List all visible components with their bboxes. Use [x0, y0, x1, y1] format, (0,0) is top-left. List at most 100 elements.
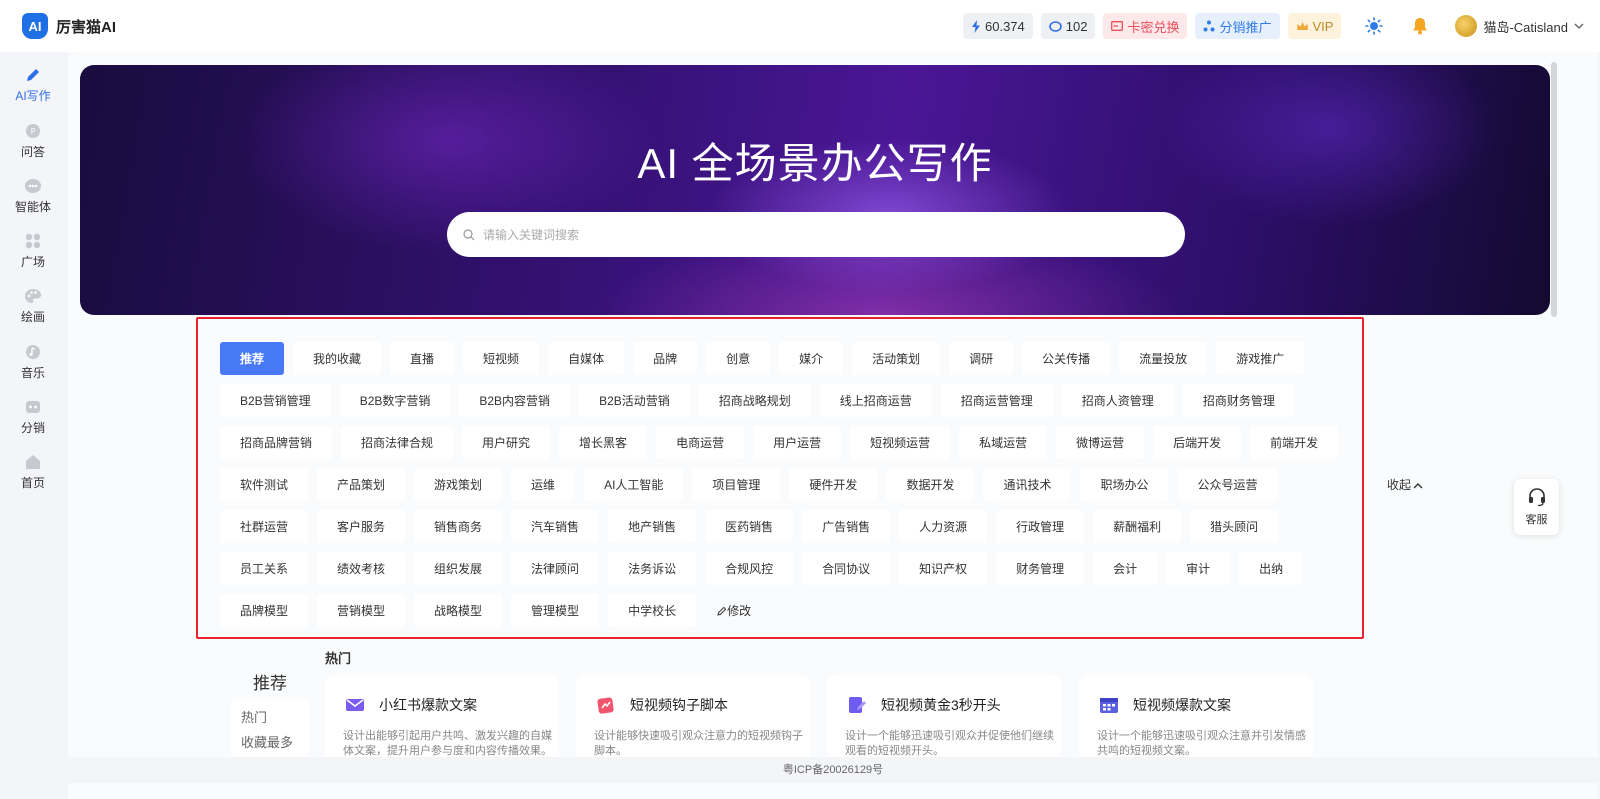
- category-tag[interactable]: 前端开发: [1250, 426, 1339, 459]
- recommend-item-hot[interactable]: 热门: [241, 707, 309, 732]
- category-tag[interactable]: 项目管理: [692, 468, 781, 501]
- template-card[interactable]: 小红书爆款文案 设计出能够引起用户共鸣、激发兴趣的自媒体文案，提升用户参与度和内…: [325, 675, 559, 765]
- category-tag[interactable]: 我的收藏: [293, 342, 382, 375]
- category-tag[interactable]: 绩效考核: [317, 552, 406, 585]
- category-tag[interactable]: 管理模型: [511, 594, 600, 627]
- category-tag[interactable]: 合规风控: [705, 552, 794, 585]
- category-tag[interactable]: 汽车销售: [511, 510, 600, 543]
- category-tag[interactable]: 软件测试: [220, 468, 309, 501]
- category-tag[interactable]: 人力资源: [899, 510, 988, 543]
- category-tag[interactable]: B2B活动营销: [579, 384, 690, 417]
- category-tag[interactable]: 硬件开发: [789, 468, 878, 501]
- category-tag[interactable]: 产品策划: [317, 468, 406, 501]
- customer-service-button[interactable]: 客服: [1514, 479, 1559, 535]
- category-tag[interactable]: 直播: [390, 342, 455, 375]
- search-input[interactable]: [483, 227, 1123, 242]
- sidebar-item-agent[interactable]: 智能体: [0, 177, 66, 215]
- category-tag[interactable]: 电商运营: [656, 426, 745, 459]
- sidebar-item-qa[interactable]: P 问答: [0, 122, 66, 160]
- category-tag[interactable]: 招商品牌营销: [220, 426, 333, 459]
- template-card[interactable]: 短视频黄金3秒开头 设计一个能够迅速吸引观众并促使他们继续观看的短视频开头。: [827, 675, 1061, 765]
- collapse-button[interactable]: 收起: [1387, 476, 1423, 493]
- category-tag[interactable]: 薪酬福利: [1093, 510, 1182, 543]
- search-bar[interactable]: [447, 212, 1185, 257]
- notification-button[interactable]: [1407, 13, 1433, 39]
- category-tag[interactable]: 合同协议: [802, 552, 891, 585]
- category-tag[interactable]: 审计: [1166, 552, 1231, 585]
- sidebar-item-distribution[interactable]: 分销: [0, 398, 66, 436]
- category-tag[interactable]: 知识产权: [899, 552, 988, 585]
- tokens-badge[interactable]: 102: [1040, 13, 1096, 39]
- theme-toggle-button[interactable]: [1361, 13, 1387, 39]
- redeem-button[interactable]: 卡密兑换: [1103, 13, 1188, 39]
- category-tag[interactable]: 招商法律合规: [341, 426, 454, 459]
- category-tag[interactable]: 游戏推广: [1216, 342, 1305, 375]
- sidebar-item-plaza[interactable]: 广场: [0, 232, 66, 270]
- category-tag[interactable]: 调研: [949, 342, 1014, 375]
- category-tag[interactable]: 中学校长: [608, 594, 697, 627]
- user-menu[interactable]: 猫岛-Catisland: [1455, 15, 1584, 37]
- category-tag[interactable]: 品牌: [633, 342, 698, 375]
- category-tag[interactable]: 客户服务: [317, 510, 406, 543]
- template-card[interactable]: 短视频钩子脚本 设计能够快速吸引观众注意力的短视频钩子脚本。: [576, 675, 810, 765]
- category-tag[interactable]: 招商战略规划: [698, 384, 811, 417]
- sidebar-item-ai-writing[interactable]: AI写作: [0, 66, 66, 104]
- category-tag[interactable]: 财务管理: [996, 552, 1085, 585]
- category-tag[interactable]: 招商运营管理: [940, 384, 1053, 417]
- category-tag[interactable]: 通讯技术: [983, 468, 1072, 501]
- category-tag[interactable]: 社群运营: [220, 510, 309, 543]
- category-tag[interactable]: 媒介: [779, 342, 844, 375]
- sidebar-item-drawing[interactable]: 绘画: [0, 287, 66, 325]
- scrollbar[interactable]: [1551, 62, 1557, 317]
- category-tag[interactable]: 法律顾问: [511, 552, 600, 585]
- category-tag[interactable]: 增长黑客: [559, 426, 648, 459]
- category-tag[interactable]: 公关传播: [1022, 342, 1111, 375]
- category-tag[interactable]: B2B营销管理: [220, 384, 331, 417]
- category-tag[interactable]: 招商人资管理: [1061, 384, 1174, 417]
- category-tag[interactable]: 广告销售: [802, 510, 891, 543]
- sidebar-item-home[interactable]: 首页: [0, 453, 66, 491]
- category-tag[interactable]: 短视频运营: [850, 426, 951, 459]
- category-tag[interactable]: 后端开发: [1153, 426, 1242, 459]
- category-tag[interactable]: 用户研究: [462, 426, 551, 459]
- category-tag[interactable]: 出纳: [1239, 552, 1304, 585]
- category-tag[interactable]: 职场办公: [1080, 468, 1169, 501]
- points-badge[interactable]: 60.374: [963, 13, 1033, 39]
- template-card[interactable]: 短视频爆款文案 设计一个能够迅速吸引观众注意并引发情感共鸣的短视频文案。: [1079, 675, 1313, 765]
- edit-tags-button[interactable]: 修改: [705, 594, 763, 627]
- category-tag[interactable]: 品牌模型: [220, 594, 309, 627]
- category-tag[interactable]: 战略模型: [414, 594, 503, 627]
- category-tag[interactable]: 运维: [511, 468, 576, 501]
- category-tag[interactable]: 行政管理: [996, 510, 1085, 543]
- sidebar-item-music[interactable]: 音乐: [0, 343, 66, 381]
- category-tag[interactable]: 会计: [1093, 552, 1158, 585]
- category-tag[interactable]: 组织发展: [414, 552, 503, 585]
- category-tag[interactable]: 营销模型: [317, 594, 406, 627]
- category-tag[interactable]: 员工关系: [220, 552, 309, 585]
- affiliate-button[interactable]: 分销推广: [1195, 13, 1280, 39]
- category-tag[interactable]: 医药销售: [705, 510, 794, 543]
- icp-link[interactable]: 粤ICP备20026129号: [783, 764, 883, 776]
- category-tag[interactable]: 招商财务管理: [1182, 384, 1295, 417]
- category-tag[interactable]: B2B数字营销: [339, 384, 451, 417]
- category-tag[interactable]: 流量投放: [1119, 342, 1208, 375]
- category-tag[interactable]: 短视频: [463, 342, 540, 375]
- category-tag[interactable]: 微博运营: [1056, 426, 1145, 459]
- category-tag[interactable]: 猎头顾问: [1190, 510, 1279, 543]
- category-tag[interactable]: 地产销售: [608, 510, 697, 543]
- category-tag[interactable]: B2B内容营销: [459, 384, 571, 417]
- category-tag[interactable]: 活动策划: [852, 342, 941, 375]
- category-tag[interactable]: 线上招商运营: [819, 384, 932, 417]
- category-tag[interactable]: 用户运营: [753, 426, 842, 459]
- category-tag[interactable]: 推荐: [220, 342, 285, 375]
- recommend-item-most-favorited[interactable]: 收藏最多: [241, 732, 309, 757]
- category-tag[interactable]: 私域运营: [959, 426, 1048, 459]
- category-tag[interactable]: 法务诉讼: [608, 552, 697, 585]
- category-tag[interactable]: 公众号运营: [1177, 468, 1278, 501]
- app-logo[interactable]: AI 厉害猫AI: [22, 13, 116, 39]
- category-tag[interactable]: 创意: [706, 342, 771, 375]
- category-tag[interactable]: AI人工智能: [584, 468, 684, 501]
- category-tag[interactable]: 游戏策划: [414, 468, 503, 501]
- vip-button[interactable]: VIP: [1287, 13, 1342, 39]
- category-tag[interactable]: 自媒体: [548, 342, 625, 375]
